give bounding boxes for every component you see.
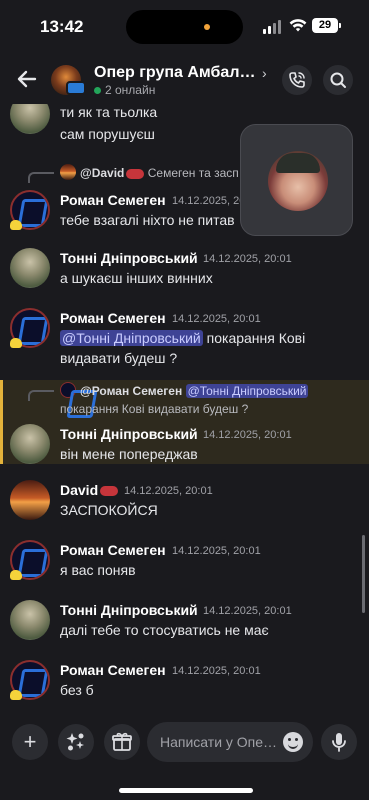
boxing-glove-icon	[100, 486, 119, 497]
author-name[interactable]: Роман Семеген	[60, 310, 166, 326]
reply-snippet: Семеген та засп	[147, 166, 239, 180]
voice-message-button[interactable]	[321, 724, 357, 760]
chevron-right-icon[interactable]: ›	[262, 65, 267, 81]
reply-author: @Роман Семеген	[80, 384, 183, 398]
message-text: ти як та тьолка	[60, 104, 158, 120]
author-name[interactable]: Роман Семеген	[60, 192, 166, 208]
duck-decoration	[10, 338, 22, 348]
gift-button[interactable]	[104, 724, 140, 760]
message-text-after: покарання Кові	[206, 330, 306, 346]
apps-button[interactable]	[58, 724, 94, 760]
reply-snippet: покарання Кові видавати будеш ?	[60, 402, 249, 416]
group-badge	[66, 81, 86, 95]
timestamp: 14.12.2025, 20:01	[203, 605, 292, 617]
message-text: я вас поняв	[60, 562, 136, 578]
battery-indicator: 29	[312, 18, 341, 33]
user-mention: @Тонні Дніпровський	[185, 384, 309, 398]
message-composer: + Написати у Опе…	[0, 712, 369, 800]
online-count: 2 онлайн	[105, 83, 156, 97]
timestamp: 14.12.2025, 20:01	[203, 253, 292, 265]
avatar[interactable]	[10, 600, 50, 640]
reply-preview[interactable]: @David Семеген та засп	[80, 166, 239, 180]
call-button[interactable]	[282, 65, 312, 95]
search-button[interactable]	[323, 65, 353, 95]
avatar[interactable]	[10, 248, 50, 288]
arrow-left-icon[interactable]	[14, 66, 40, 92]
dynamic-island	[126, 10, 243, 44]
plus-button[interactable]: +	[12, 724, 48, 760]
search-icon	[330, 72, 346, 88]
avatar[interactable]	[10, 424, 50, 464]
scrollbar[interactable]	[362, 535, 365, 613]
timestamp: 14.12.2025, 20:01	[172, 665, 261, 677]
message-text: а шукаєш інших винних	[60, 270, 213, 286]
message-input[interactable]: Написати у Опе…	[147, 722, 313, 762]
microphone-icon	[332, 733, 346, 752]
timestamp: 14.12.2025, 20:01	[124, 485, 213, 497]
chat-header: Опер група Амбал… › 2 онлайн	[0, 54, 369, 104]
emoji-icon[interactable]	[283, 732, 303, 752]
user-mention[interactable]: @Тонні Дніпровський	[60, 330, 203, 346]
reply-connector	[28, 172, 54, 183]
gift-icon	[112, 732, 132, 751]
duck-decoration	[10, 220, 22, 230]
message-text: @Тонні Дніпровський покарання Кові	[60, 328, 305, 348]
author-name[interactable]: Тонні Дніпровський	[60, 426, 198, 442]
plus-icon: +	[23, 729, 37, 754]
timestamp: 14.12.2025, 20	[172, 195, 246, 207]
reply-avatar	[60, 382, 76, 398]
duck-decoration	[10, 570, 22, 580]
reply-preview[interactable]: @Роман Семеген @Тонні Дніпровський	[80, 384, 309, 398]
message-text: далі тебе то стосуватись не має	[60, 622, 269, 638]
status-bar: 13:42 29	[0, 0, 369, 54]
sparkle-icon	[66, 733, 84, 751]
wifi-icon	[289, 19, 307, 32]
message-text: без б	[60, 682, 94, 698]
message-text: тебе взагалі ніхто не питав	[60, 212, 235, 228]
boxing-glove-icon	[126, 168, 145, 179]
participant-cap	[276, 153, 320, 173]
author-name[interactable]: Роман Семеген	[60, 662, 166, 678]
avatar[interactable]	[10, 104, 50, 134]
timestamp: 14.12.2025, 20:01	[203, 429, 292, 441]
phone-icon	[289, 72, 305, 88]
timestamp: 14.12.2025, 20:01	[172, 313, 261, 325]
duck-decoration	[10, 690, 22, 700]
channel-title[interactable]: Опер група Амбал…	[94, 64, 255, 82]
signal-icon	[263, 20, 283, 34]
reply-avatar	[60, 164, 76, 180]
message-text: він мене попереджав	[60, 446, 198, 462]
recording-indicator	[204, 24, 210, 30]
video-call-pip[interactable]	[240, 124, 353, 236]
online-status-icon	[94, 87, 101, 94]
message-input-placeholder: Написати у Опе…	[160, 734, 278, 750]
author-name-text: David	[60, 482, 99, 498]
message-text: ЗАСПОКОЙСЯ	[60, 502, 158, 518]
message-text: сам порушуєш	[60, 126, 155, 142]
author-name[interactable]: Тонні Дніпровський	[60, 250, 198, 266]
author-name[interactable]: Роман Семеген	[60, 542, 166, 558]
author-name[interactable]: David	[60, 482, 119, 498]
reply-author: @David	[80, 166, 125, 180]
reply-connector	[28, 390, 54, 401]
status-time: 13:42	[40, 17, 84, 36]
home-indicator	[119, 788, 253, 793]
author-name[interactable]: Тонні Дніпровський	[60, 602, 198, 618]
timestamp: 14.12.2025, 20:01	[172, 545, 261, 557]
avatar[interactable]	[10, 480, 50, 520]
message-text: видавати будеш ?	[60, 350, 178, 366]
participant-video	[268, 151, 328, 211]
